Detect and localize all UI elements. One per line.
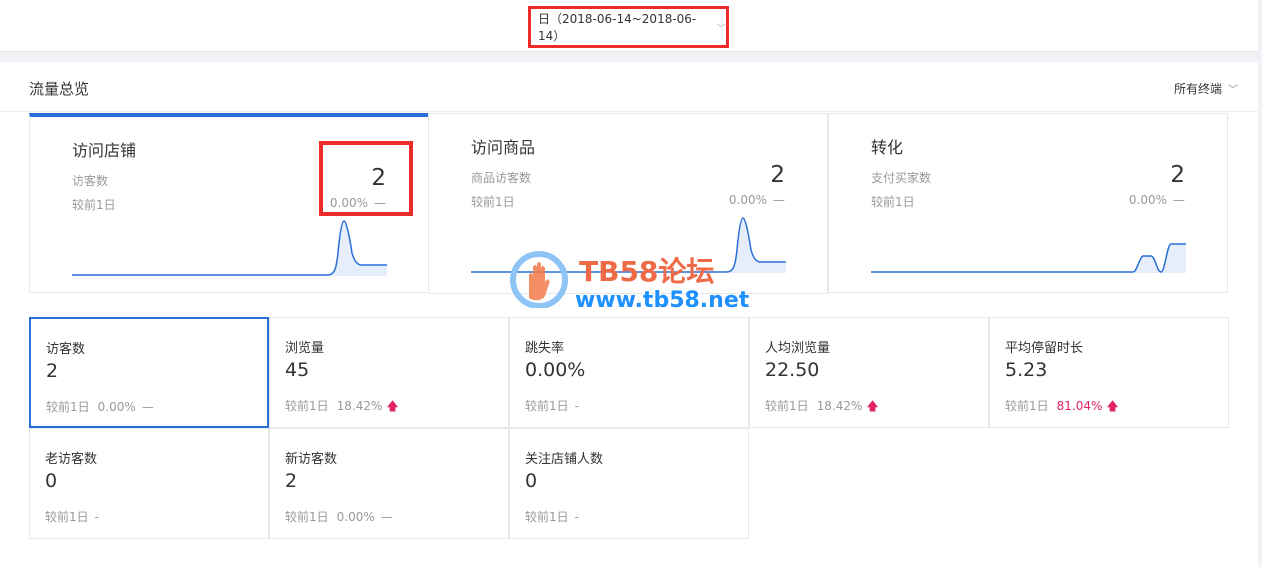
card-change: 0.00% —: [330, 196, 386, 210]
metric-label: 平均停留时长: [1005, 341, 1084, 356]
card-change: 0.00% —: [1129, 193, 1185, 207]
terminal-label: 所有终端: [1173, 82, 1222, 96]
metric-visitors[interactable]: 访客数 2 较前1日 0.00% —: [29, 317, 269, 428]
arrow-up-icon: 🡅: [1106, 399, 1119, 413]
card-value: 2: [371, 165, 386, 191]
metric-label: 访客数: [46, 342, 86, 357]
sparkline-area: [471, 218, 786, 273]
sparkline-area: [72, 221, 387, 276]
card-compare: 较前1日: [72, 198, 116, 212]
compare-label: 较前1日: [1005, 399, 1049, 413]
card-trend: —: [773, 193, 785, 207]
page-title: 流量总览: [29, 80, 90, 98]
metric-new-visitors[interactable]: 新访客数 2 较前1日 0.00% —: [269, 428, 509, 539]
metric-value: 0.00%: [525, 359, 586, 381]
date-range-select[interactable]: 日（2018-06-14~2018-06-14） ﹀: [528, 6, 729, 48]
panel-header: 流量总览 所有终端 ﹀: [0, 62, 1258, 112]
metric-label: 关注店铺人数: [525, 452, 604, 467]
metric-compare: 较前1日 18.42% 🡅: [285, 397, 399, 418]
card-value: 2: [1170, 162, 1185, 188]
metric-compare: 较前1日 0.00% —: [285, 508, 393, 525]
chevron-down-icon: ﹀: [716, 23, 726, 35]
trend-flat: —: [380, 510, 393, 524]
metric-value: 2: [46, 360, 59, 382]
date-range-label: 日（2018-06-14~2018-06-14）: [538, 12, 697, 43]
arrow-up-icon: 🡅: [386, 399, 399, 413]
compare-label: 较前1日: [285, 510, 329, 524]
card-change: 0.00% —: [729, 193, 785, 207]
trend-none: -: [94, 510, 99, 524]
traffic-overview-panel: 流量总览 所有终端 ﹀ 访问店铺 访客数 较前1日 2 0.00% — 访问商品 …: [0, 62, 1258, 567]
card-label: 支付买家数: [871, 171, 932, 185]
funnel-cards: 访问店铺 访客数 较前1日 2 0.00% — 访问商品 商品访客数 较前1日 2…: [29, 113, 1229, 294]
metric-label: 新访客数: [285, 452, 338, 467]
metric-shop-followers[interactable]: 关注店铺人数 0 较前1日 -: [509, 428, 749, 539]
metric-compare: 较前1日 81.04% 🡅: [1005, 397, 1119, 418]
card-label: 商品访客数: [471, 171, 532, 185]
metric-value: 5.23: [1005, 359, 1048, 381]
metric-pageviews[interactable]: 浏览量 45 较前1日 18.42% 🡅: [269, 317, 509, 428]
compare-pct: 18.42%: [816, 399, 863, 413]
card-title: 访问商品: [471, 138, 536, 157]
metric-label: 老访客数: [45, 452, 98, 467]
metrics-grid: 访客数 2 较前1日 0.00% — 浏览量 45 较前1日 18.42% 🡅 跳失率 …: [29, 317, 1229, 539]
metric-label: 跳失率: [525, 341, 565, 356]
metric-value: 0: [525, 470, 538, 492]
compare-pct: 0.00%: [336, 510, 375, 524]
card-pct: 0.00%: [728, 193, 767, 207]
sparkline-area: [871, 244, 1186, 273]
card-label: 访客数: [72, 174, 109, 188]
sparkline-visit-shop: [72, 220, 387, 276]
top-bar: 日（2018-06-14~2018-06-14） ﹀: [0, 0, 1258, 52]
card-title: 访问店铺: [72, 141, 137, 160]
card-trend: —: [374, 196, 386, 210]
compare-label: 较前1日: [45, 510, 89, 524]
metric-compare: 较前1日 18.42% 🡅: [765, 397, 879, 418]
metric-compare: 较前1日 -: [525, 397, 579, 414]
metric-compare: 较前1日 -: [45, 508, 99, 525]
card-visit-shop[interactable]: 访问店铺 访客数 较前1日 2 0.00% —: [29, 113, 429, 293]
metric-returning-visitors[interactable]: 老访客数 0 较前1日 -: [29, 428, 269, 539]
metric-compare: 较前1日 0.00% —: [46, 398, 154, 415]
sparkline-visit-item: [471, 217, 786, 273]
card-conversion[interactable]: 转化 支付买家数 较前1日 2 0.00% —: [828, 113, 1228, 293]
card-title: 转化: [871, 138, 904, 157]
metric-bounce-rate[interactable]: 跳失率 0.00% 较前1日 -: [509, 317, 749, 428]
card-pct: 0.00%: [1128, 193, 1167, 207]
metric-value: 45: [285, 359, 310, 381]
chevron-down-icon: ﹀: [1228, 85, 1238, 96]
metric-avg-stay-time[interactable]: 平均停留时长 5.23 较前1日 81.04% 🡅: [989, 317, 1229, 428]
metric-avg-pageviews[interactable]: 人均浏览量 22.50 较前1日 18.42% 🡅: [749, 317, 989, 428]
card-compare: 较前1日: [871, 195, 915, 209]
metric-value: 22.50: [765, 359, 820, 381]
card-visit-item[interactable]: 访问商品 商品访客数 较前1日 2 0.00% —: [428, 113, 828, 294]
metric-label: 浏览量: [285, 341, 325, 356]
compare-label: 较前1日: [765, 399, 809, 413]
metric-compare: 较前1日 -: [525, 508, 579, 525]
compare-pct: 18.42%: [336, 399, 383, 413]
trend-flat: —: [141, 400, 154, 414]
metric-value: 2: [285, 470, 298, 492]
compare-label: 较前1日: [46, 400, 90, 414]
compare-label: 较前1日: [525, 510, 569, 524]
metric-value: 0: [45, 470, 58, 492]
card-compare: 较前1日: [471, 195, 515, 209]
trend-none: -: [574, 510, 579, 524]
compare-label: 较前1日: [525, 399, 569, 413]
card-value: 2: [770, 162, 785, 188]
sparkline-conversion: [871, 243, 1186, 273]
card-pct: 0.00%: [329, 196, 368, 210]
terminal-select[interactable]: 所有终端 ﹀: [1174, 80, 1238, 97]
trend-none: -: [574, 399, 579, 413]
metric-label: 人均浏览量: [765, 341, 831, 356]
compare-pct: 81.04%: [1056, 399, 1103, 413]
card-trend: —: [1173, 193, 1185, 207]
compare-pct: 0.00%: [97, 400, 136, 414]
compare-label: 较前1日: [285, 399, 329, 413]
arrow-up-icon: 🡅: [866, 399, 879, 413]
